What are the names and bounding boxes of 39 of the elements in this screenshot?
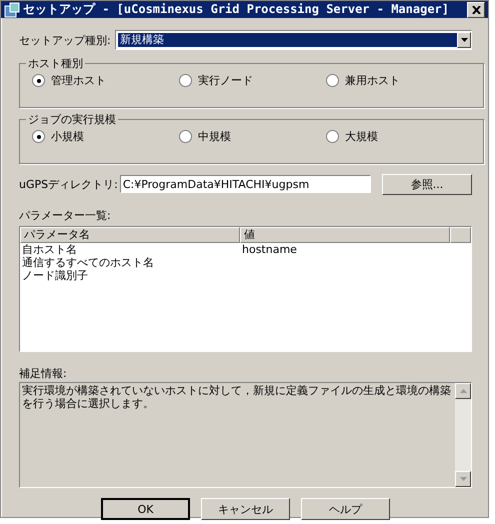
scroll-bar[interactable] (455, 383, 471, 487)
directory-field[interactable]: C:¥ProgramData¥HITACHI¥ugpsm (120, 175, 371, 193)
directory-label: uGPSディレクトリ: (19, 176, 119, 192)
app-icon (4, 2, 20, 18)
radio-option[interactable]: 小規模 (32, 129, 179, 144)
parameters-label: パラメーター一覧: (19, 208, 112, 224)
dialog-button[interactable]: キャンセル (201, 498, 290, 520)
radio-button[interactable] (32, 74, 45, 87)
group-title: ジョブの実行規模 (27, 112, 117, 127)
browse-button[interactable]: 参照... (382, 174, 472, 194)
column-header[interactable]: 値 (240, 227, 450, 243)
parameter-name[interactable]: ノード識別子 (22, 269, 242, 282)
radio-option[interactable]: 管理ホスト (32, 73, 179, 88)
parameter-name[interactable]: 自ホスト名 (22, 243, 242, 256)
radio-option[interactable]: 中規模 (179, 129, 326, 144)
dialog-button[interactable]: ヘルプ (301, 498, 390, 520)
parameter-name[interactable]: 通信するすべてのホスト名 (22, 256, 242, 269)
column-header[interactable]: パラメータ名 (20, 227, 240, 243)
parameter-value: hostname (242, 243, 297, 256)
setup-type-value: 新規構築 (118, 33, 457, 47)
info-label: 補足情報: (19, 366, 68, 382)
setup-type-label: セットアップ種別: (19, 32, 112, 48)
close-button[interactable] (467, 2, 485, 18)
radio-option[interactable]: 兼用ホスト (326, 73, 473, 88)
scroll-down-icon[interactable] (455, 471, 471, 487)
setup-type-dropdown[interactable]: 新規構築 (115, 30, 472, 50)
info-text: 実行環境が構築されていないホストに対して，新規に定義ファイルの生成と環境の構築を行う場合に選択します。 (21, 383, 452, 412)
scroll-up-icon[interactable] (455, 383, 471, 399)
radio-button[interactable] (179, 130, 192, 143)
radio-option[interactable]: 大規模 (326, 129, 473, 144)
radio-button[interactable] (326, 130, 339, 143)
radio-button[interactable] (326, 74, 339, 87)
radio-button[interactable] (179, 74, 192, 87)
radio-option[interactable]: 実行ノード (179, 73, 326, 88)
dialog-button[interactable]: OK (101, 498, 190, 520)
group-title: ホスト種別 (27, 56, 84, 71)
radio-button[interactable] (32, 130, 45, 143)
window-title: セットアップ - [uCosminexus Grid Processing Server - Manager] (23, 1, 450, 18)
close-icon[interactable] (472, 6, 480, 14)
